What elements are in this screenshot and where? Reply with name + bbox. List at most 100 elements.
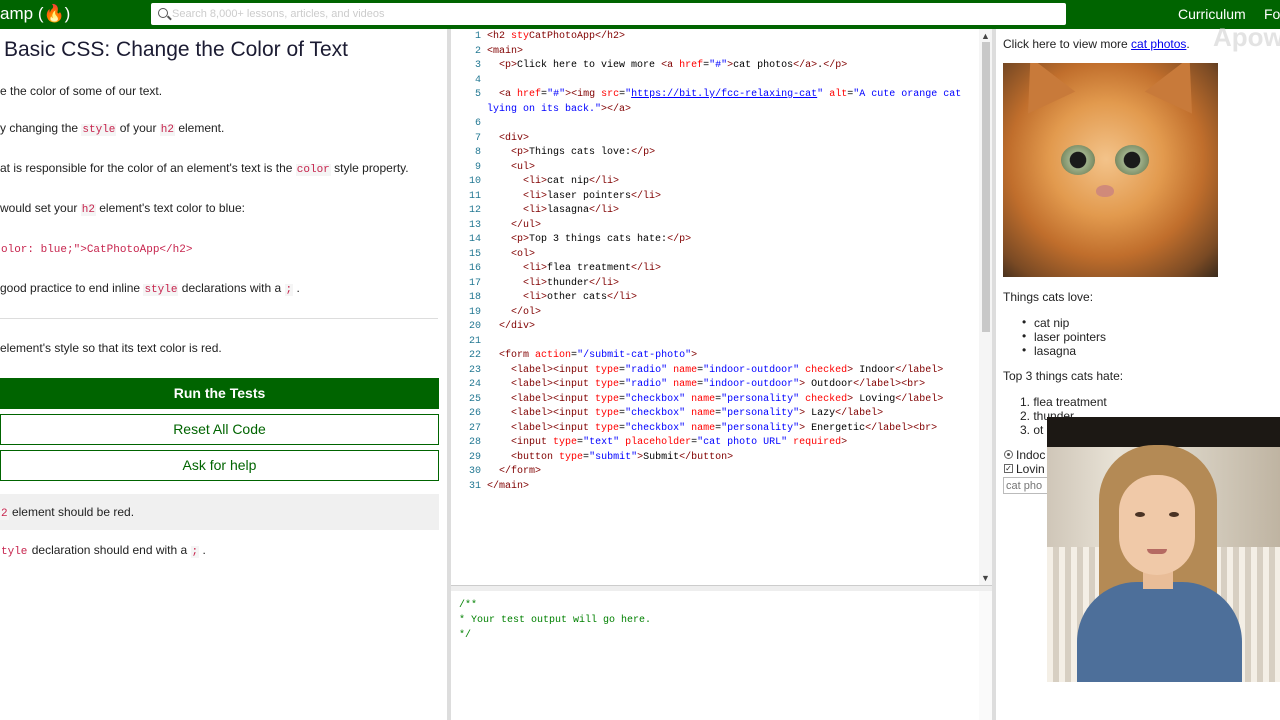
love-item: cat nip bbox=[1034, 316, 1070, 330]
cat-ear bbox=[1006, 63, 1076, 114]
indoor-label: Indoc bbox=[1016, 448, 1046, 462]
scroll-down-arrow-icon[interactable]: ▼ bbox=[981, 573, 990, 583]
lesson-desc-5: good practice to end inline style declar… bbox=[0, 281, 300, 296]
line-number: 26 bbox=[468, 408, 481, 419]
line-number: 7 bbox=[474, 132, 481, 144]
code-line[interactable]: 7 <div> bbox=[451, 132, 529, 147]
loving-label: Lovin bbox=[1016, 462, 1045, 476]
line-number: 22 bbox=[468, 350, 481, 361]
code-line[interactable]: 13 </ul> bbox=[451, 219, 541, 234]
code-line[interactable]: 2 <main> bbox=[451, 45, 523, 60]
line-number: 20 bbox=[468, 321, 481, 332]
search-input[interactable] bbox=[172, 5, 1052, 23]
hate-item: 3. ot bbox=[1020, 423, 1044, 437]
webcam-overlay bbox=[1047, 417, 1280, 682]
console-scrollbar[interactable] bbox=[979, 591, 992, 720]
line-number: 18 bbox=[468, 292, 481, 303]
editor-scroll-thumb[interactable] bbox=[982, 42, 990, 332]
code-line[interactable]: 18 <li>other cats</li> bbox=[451, 291, 637, 306]
code-line[interactable]: 22 <form action="/submit-cat-photo"> bbox=[451, 349, 697, 364]
line-number: 3 bbox=[474, 60, 481, 71]
line-number: 12 bbox=[468, 205, 481, 216]
search-icon bbox=[158, 8, 168, 18]
scroll-up-arrow-icon[interactable]: ▲ bbox=[981, 31, 990, 41]
line-number: 23 bbox=[468, 364, 481, 376]
love-item: laser pointers bbox=[1034, 330, 1107, 344]
indoor-radio[interactable] bbox=[1004, 450, 1013, 459]
code-line[interactable]: 28 <input type="text" placeholder="cat p… bbox=[451, 436, 847, 451]
code-line[interactable]: 5 <a href="#"><img src="https://bit.ly/f… bbox=[451, 88, 961, 103]
run-tests-button[interactable]: Run the Tests bbox=[0, 378, 439, 409]
presenter-body bbox=[1077, 582, 1242, 682]
code-line[interactable]: 16 <li>flea treatment</li> bbox=[451, 262, 661, 277]
code-line[interactable]: 19 </ol> bbox=[451, 306, 541, 321]
code-line[interactable]: 31 </main> bbox=[451, 480, 529, 495]
code-editor[interactable]: 1 <h2 styCatPhotoApp</h2> 2 <main> 3 <p>Clic… bbox=[451, 29, 992, 585]
code-line[interactable]: 1 <h2 styCatPhotoApp</h2> bbox=[451, 30, 625, 45]
flame-icon: (🔥) bbox=[37, 4, 71, 23]
code-line[interactable]: 9 <ul> bbox=[451, 161, 535, 176]
code-line[interactable]: 12 <li>lasagna</li> bbox=[451, 204, 619, 219]
love-item: lasagna bbox=[1034, 344, 1077, 358]
code-line[interactable]: 27 <label><input type="checkbox" name="p… bbox=[451, 422, 937, 437]
reset-code-button[interactable]: Reset All Code bbox=[0, 414, 439, 445]
code-line[interactable]: 8 <p>Things cats love:</p> bbox=[451, 146, 655, 161]
cat-eye bbox=[1115, 145, 1149, 175]
code-line[interactable]: 29 <button type="submit">Submit</button> bbox=[451, 451, 733, 466]
test-output-console: /** * Your test output will go here. */ bbox=[451, 591, 992, 720]
code-line[interactable]: 14 <p>Top 3 things cats hate:</p> bbox=[451, 233, 691, 248]
code-line[interactable]: 26 <label><input type="checkbox" name="p… bbox=[451, 407, 883, 422]
lesson-desc-1: e the color of some of our text. bbox=[0, 84, 163, 98]
code-line[interactable]: 3 <p>Click here to view more <a href="#"… bbox=[451, 59, 847, 74]
code-line[interactable]: 30 </form> bbox=[451, 465, 541, 480]
console-line: */ bbox=[459, 630, 472, 641]
webcam-shelf bbox=[1047, 417, 1280, 447]
code-line[interactable]: 17 <li>thunder</li> bbox=[451, 277, 619, 292]
cat-photos-link[interactable]: cat photos bbox=[1131, 37, 1186, 51]
code-line[interactable]: 4 bbox=[451, 74, 487, 89]
lesson-desc-4: would set your h2 element's text color t… bbox=[0, 201, 245, 216]
line-number: 30 bbox=[468, 466, 481, 477]
code-line[interactable]: 24 <label><input type="radio" name="indo… bbox=[451, 378, 925, 393]
loving-checkbox[interactable]: ✓ bbox=[1004, 464, 1013, 473]
cat-eye bbox=[1061, 145, 1095, 175]
code-line[interactable]: lying on its back."></a> bbox=[451, 103, 631, 118]
cat-nose bbox=[1096, 185, 1114, 197]
bullet-icon: • bbox=[1022, 329, 1027, 343]
site-logo[interactable]: amp (🔥) bbox=[0, 4, 70, 24]
line-number: 15 bbox=[468, 248, 481, 260]
line-number: 8 bbox=[474, 147, 481, 158]
code-line[interactable]: 23 <label><input type="radio" name="indo… bbox=[451, 364, 943, 379]
presenter-face bbox=[1119, 475, 1195, 575]
line-number: 9 bbox=[474, 161, 481, 173]
lesson-code-example: olor: blue;">CatPhotoApp</h2> bbox=[1, 244, 193, 256]
line-number: 4 bbox=[474, 74, 481, 86]
code-line[interactable]: 11 <li>laser pointers</li> bbox=[451, 190, 661, 205]
code-line[interactable]: 21 bbox=[451, 335, 487, 350]
test-item-2: tyle declaration should end with a ; . bbox=[1, 543, 206, 558]
code-line[interactable]: 25 <label><input type="checkbox" name="p… bbox=[451, 393, 943, 408]
preview-paragraph: Click here to view more cat photos. bbox=[1003, 37, 1190, 51]
nav-curriculum[interactable]: Curriculum bbox=[1178, 6, 1246, 22]
line-number: 2 bbox=[474, 45, 481, 57]
line-number: 11 bbox=[468, 190, 481, 202]
ask-help-button[interactable]: Ask for help bbox=[0, 450, 439, 481]
hate-heading: Top 3 things cats hate: bbox=[1003, 369, 1124, 383]
line-number: 6 bbox=[474, 118, 481, 129]
search-bar[interactable] bbox=[151, 3, 1066, 25]
code-line[interactable]: 15 <ol> bbox=[451, 248, 535, 263]
cat-image[interactable] bbox=[1003, 63, 1218, 277]
nav-forum[interactable]: Fo bbox=[1264, 6, 1280, 22]
divider bbox=[0, 318, 438, 319]
line-number: 14 bbox=[468, 234, 481, 245]
line-number: 17 bbox=[468, 277, 481, 289]
lesson-title: Basic CSS: Change the Color of Text bbox=[4, 38, 348, 61]
line-number: 28 bbox=[468, 437, 481, 448]
line-number: 19 bbox=[468, 306, 481, 318]
bullet-icon: • bbox=[1022, 315, 1027, 329]
lesson-desc-3: at is responsible for the color of an el… bbox=[0, 161, 409, 176]
code-line[interactable]: 10 <li>cat nip</li> bbox=[451, 175, 619, 190]
top-navbar: amp (🔥) Curriculum Fo bbox=[0, 0, 1280, 29]
code-line[interactable]: 6 bbox=[451, 117, 487, 132]
code-line[interactable]: 20 </div> bbox=[451, 320, 535, 335]
